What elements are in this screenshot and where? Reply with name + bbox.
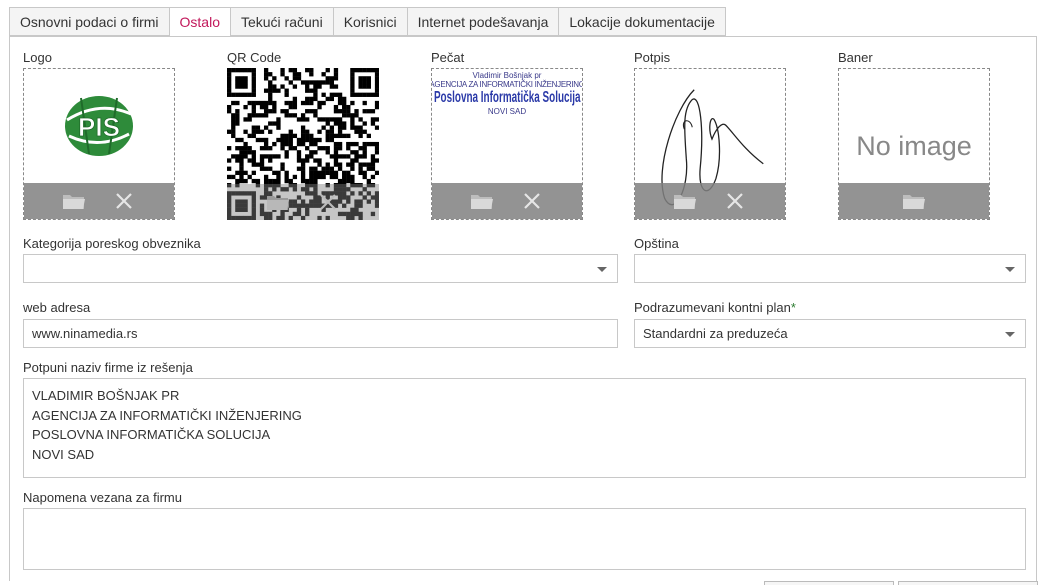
chart-of-accounts-label: Podrazumevani kontni plan* xyxy=(634,300,796,315)
banner-image-box[interactable]: No image xyxy=(838,68,990,220)
stamp-actions xyxy=(432,183,582,219)
banner-label: Baner xyxy=(838,50,873,65)
note-label: Napomena vezana za firmu xyxy=(23,490,182,505)
logo-label: Logo xyxy=(23,50,52,65)
municipality-label: Opština xyxy=(634,236,679,251)
signature-image-box[interactable] xyxy=(634,68,786,220)
full-name-line-2: AGENCIJA ZA INFORMATIČKI INŽENJERING xyxy=(32,407,302,423)
municipality-select[interactable] xyxy=(634,254,1026,283)
stamp-line-2: AGENCIJA ZA INFORMATIČKI INŽENJERING xyxy=(431,80,583,89)
tax-category-select[interactable] xyxy=(23,254,618,283)
close-icon[interactable] xyxy=(520,189,544,213)
tab-bar: Osnovni podaci o firmi Ostalo Tekući rač… xyxy=(9,7,726,37)
banner-placeholder: No image xyxy=(856,130,972,161)
folder-icon[interactable] xyxy=(673,189,697,213)
stamp-line-4: NOVI SAD xyxy=(487,107,527,116)
web-address-value: www.ninamedia.rs xyxy=(32,326,138,341)
logo-image-box[interactable]: PIS xyxy=(23,68,175,220)
full-name-textarea[interactable]: VLADIMIR BOŠNJAK PR AGENCIJA ZA INFORMAT… xyxy=(23,378,1026,478)
logo-actions xyxy=(24,183,174,219)
stamp-image-box[interactable]: Vladimir Bošnjak pr AGENCIJA ZA INFORMAT… xyxy=(431,68,583,220)
qr-actions xyxy=(227,184,379,220)
logo-text: PIS xyxy=(78,112,120,142)
close-icon[interactable] xyxy=(112,189,136,213)
footer-button-2[interactable] xyxy=(898,581,1038,585)
footer-button-1[interactable] xyxy=(764,581,894,585)
stamp-line-1: Vladimir Bošnjak pr xyxy=(472,71,542,80)
close-icon[interactable] xyxy=(316,190,340,214)
tax-category-label: Kategorija poreskog obveznika xyxy=(23,236,201,251)
stamp-line-3: Poslovna Informatička Solucija xyxy=(433,89,581,106)
signature-actions xyxy=(635,183,785,219)
tab-lokacije-dokumentacije[interactable]: Lokacije dokumentacije xyxy=(558,7,726,36)
chart-of-accounts-label-text: Podrazumevani kontni plan xyxy=(634,300,791,315)
close-icon[interactable] xyxy=(723,189,747,213)
tab-internet-podesavanja[interactable]: Internet podešavanja xyxy=(406,7,559,36)
full-name-line-1: VLADIMIR BOŠNJAK PR xyxy=(32,388,180,403)
tab-ostalo[interactable]: Ostalo xyxy=(168,7,230,37)
web-address-input[interactable]: www.ninamedia.rs xyxy=(23,319,618,348)
folder-icon[interactable] xyxy=(266,190,290,214)
chart-of-accounts-value: Standardni za preduzeća xyxy=(643,326,788,341)
chevron-down-icon xyxy=(1005,332,1015,337)
chevron-down-icon xyxy=(1005,267,1015,272)
web-address-label: web adresa xyxy=(23,300,91,315)
qr-image-box[interactable] xyxy=(227,68,379,220)
folder-icon[interactable] xyxy=(62,189,86,213)
folder-icon[interactable] xyxy=(902,189,926,213)
required-mark: * xyxy=(790,300,796,315)
logo-image: PIS xyxy=(24,69,174,183)
tab-tekuci-racuni[interactable]: Tekući računi xyxy=(229,7,333,36)
full-name-label: Potpuni naziv firme iz rešenja xyxy=(23,360,193,375)
note-textarea[interactable] xyxy=(23,508,1026,570)
tab-osnovni-podaci[interactable]: Osnovni podaci o firmi xyxy=(9,7,169,36)
chevron-down-icon xyxy=(597,267,607,272)
stamp-label: Pečat xyxy=(431,50,465,65)
tab-korisnici[interactable]: Korisnici xyxy=(332,7,407,36)
qr-label: QR Code xyxy=(227,50,282,65)
full-name-line-3: POSLOVNA INFORMATIČKA SOLUCIJA xyxy=(32,427,271,442)
stamp-image: Vladimir Bošnjak pr AGENCIJA ZA INFORMAT… xyxy=(432,69,582,129)
full-name-line-4: NOVI SAD xyxy=(32,446,95,462)
folder-icon[interactable] xyxy=(470,189,494,213)
banner-image: No image xyxy=(839,69,989,183)
chart-of-accounts-select[interactable]: Standardni za preduzeća xyxy=(634,319,1026,348)
signature-label: Potpis xyxy=(634,50,671,65)
banner-actions xyxy=(839,183,989,219)
